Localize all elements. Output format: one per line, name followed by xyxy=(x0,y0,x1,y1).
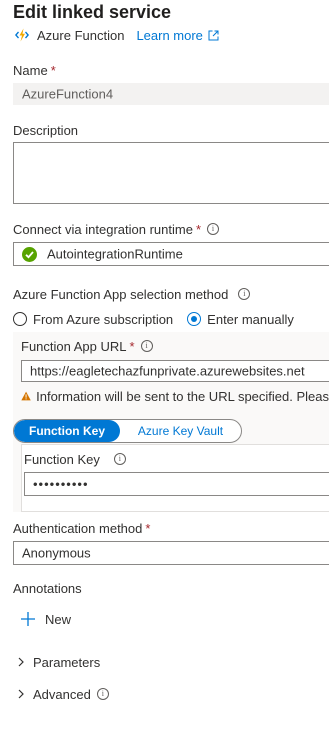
auth-method-label: Authentication method * xyxy=(13,521,150,536)
function-app-url-value: https://eagletechazfunprivate.azurewebsi… xyxy=(30,363,305,379)
function-key-input[interactable]: •••••••••• xyxy=(24,472,329,496)
info-icon[interactable]: i xyxy=(96,688,109,700)
required-marker: * xyxy=(145,521,151,536)
advanced-section-toggle[interactable]: Advanced i xyxy=(16,685,109,703)
info-icon[interactable]: i xyxy=(238,288,251,300)
radio-label-from-azure-subscription: From Azure subscription xyxy=(33,311,174,327)
runtime-select[interactable]: AutointegrationRuntime xyxy=(13,242,329,266)
required-marker: * xyxy=(50,63,56,78)
required-marker: * xyxy=(195,222,201,237)
azure-function-icon xyxy=(15,28,29,42)
advanced-label: Advanced xyxy=(33,686,91,702)
info-icon[interactable]: i xyxy=(140,340,153,352)
learn-more-link[interactable]: Learn more xyxy=(136,28,202,43)
name-label-text: Name xyxy=(13,63,48,78)
warning-text: Information will be sent to the URL spec… xyxy=(36,388,329,404)
parameters-label: Parameters xyxy=(33,654,101,670)
name-label: Name * xyxy=(13,63,56,78)
runtime-label-text: Connect via integration runtime xyxy=(13,222,193,237)
info-icon[interactable]: i xyxy=(207,223,219,235)
auth-method-label-text: Authentication method xyxy=(13,521,143,536)
function-key-value: •••••••••• xyxy=(33,476,89,492)
auth-method-select[interactable]: Anonymous xyxy=(13,541,329,565)
service-type-label: Azure Function xyxy=(37,27,125,43)
check-circle-icon xyxy=(22,247,37,262)
key-source-toggle: Function Key Azure Key Vault xyxy=(13,419,242,443)
function-app-url-label-text: Function App URL xyxy=(21,339,127,354)
description-textarea[interactable] xyxy=(13,142,329,204)
function-key-tab[interactable]: Function Key xyxy=(14,420,120,442)
runtime-value: AutointegrationRuntime xyxy=(47,246,183,262)
service-type-row: Azure Function Learn more xyxy=(14,26,219,44)
name-input[interactable]: AzureFunction4 xyxy=(13,83,329,105)
description-label: Description xyxy=(13,123,79,138)
info-icon[interactable]: i xyxy=(113,453,126,465)
chevron-right-icon xyxy=(18,657,24,667)
name-value: AzureFunction4 xyxy=(22,86,114,102)
chevron-right-icon xyxy=(18,689,24,699)
azure-key-vault-tab[interactable]: Azure Key Vault xyxy=(120,420,241,442)
function-app-url-label: Function App URL * i xyxy=(21,339,153,354)
panel-title: Edit linked service xyxy=(13,2,172,22)
selection-method-label: Azure Function App selection method i xyxy=(13,287,251,302)
radio-enter-manually[interactable] xyxy=(187,312,202,326)
selection-method-label-text: Azure Function App selection method xyxy=(13,287,229,302)
function-app-url-input[interactable]: https://eagletechazfunprivate.azurewebsi… xyxy=(21,360,329,382)
required-marker: * xyxy=(129,339,135,354)
radio-label-enter-manually: Enter manually xyxy=(207,311,294,327)
runtime-label: Connect via integration runtime * i xyxy=(13,222,219,237)
function-key-label: Function Key i xyxy=(24,452,126,467)
new-annotation-button[interactable]: New xyxy=(20,610,71,628)
function-key-label-text: Function Key xyxy=(24,452,100,467)
new-annotation-label: New xyxy=(45,611,72,627)
external-link-icon[interactable] xyxy=(208,30,219,41)
selection-method-radio-group: From Azure subscription Enter manually xyxy=(13,311,294,327)
url-warning: Information will be sent to the URL spec… xyxy=(21,387,329,405)
annotations-label: Annotations xyxy=(13,581,82,596)
radio-from-azure-subscription[interactable] xyxy=(13,312,27,326)
parameters-section-toggle[interactable]: Parameters xyxy=(16,653,100,671)
plus-icon xyxy=(21,612,35,626)
warning-icon xyxy=(21,391,31,401)
auth-method-value: Anonymous xyxy=(22,545,91,561)
